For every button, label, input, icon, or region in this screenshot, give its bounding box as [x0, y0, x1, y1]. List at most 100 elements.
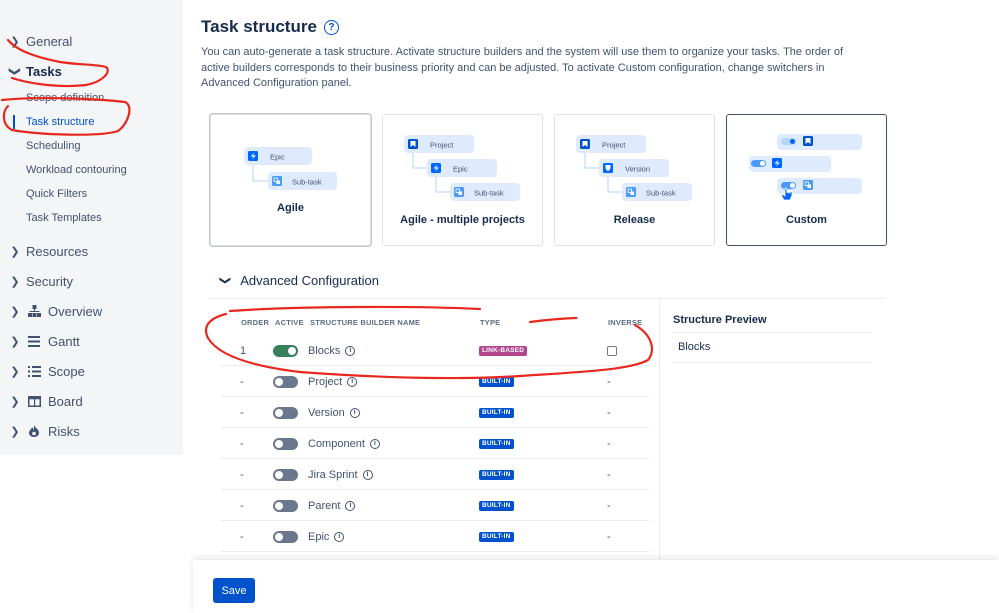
divider	[210, 298, 885, 299]
row-order: -	[240, 375, 244, 388]
sidebar-item-board[interactable]: ❯ Board	[0, 386, 183, 416]
chevron-right-icon: ❯	[10, 425, 20, 438]
row-inverse: -	[607, 521, 611, 552]
sidebar-item-risks[interactable]: ❯ Risks	[0, 416, 183, 446]
card-custom[interactable]: Custom	[726, 114, 887, 246]
sidebar-item-overview[interactable]: ❯ Overview	[0, 296, 183, 326]
sidebar-item-resources[interactable]: ❯ Resources	[0, 236, 183, 266]
active-toggle[interactable]	[273, 530, 298, 543]
row-active	[273, 366, 298, 397]
active-toggle[interactable]	[273, 437, 298, 450]
info-icon[interactable]: i	[369, 438, 380, 449]
info-icon[interactable]: i	[362, 469, 373, 480]
sidebar-item-label: Resources	[26, 243, 89, 259]
row-type: BUILT-IN	[479, 490, 514, 521]
node-label: Sub-task	[646, 189, 676, 198]
agile-multi-illustration: Project Epic Sub-task	[404, 135, 520, 201]
card-label: Release	[613, 214, 656, 226]
card-label: Agile	[277, 202, 304, 214]
page: ❯ General ❯ Tasks Scope definition Task …	[0, 0, 999, 613]
card-release[interactable]: Project Version Sub-task Release	[554, 114, 715, 246]
type-badge: BUILT-IN	[479, 438, 514, 449]
node-label: Version	[625, 165, 650, 174]
col-order: ORDER	[241, 318, 270, 327]
row-name: Component i	[308, 428, 380, 459]
active-toggle[interactable]	[273, 375, 298, 388]
row-inverse: -	[607, 397, 611, 428]
card-agile[interactable]: Epic Sub-task Agile	[210, 114, 371, 246]
list-indent-icon	[26, 335, 42, 347]
col-active: ACTIVE	[275, 318, 304, 327]
sidebar-item-label: Risks	[48, 423, 80, 439]
row-order: -	[240, 406, 244, 419]
builder-name: Blocks	[308, 344, 341, 357]
sidebar-item-security[interactable]: ❯ Security	[0, 266, 183, 296]
chevron-right-icon: ❯	[10, 305, 20, 318]
type-badge: BUILT-IN	[479, 376, 514, 387]
chevron-right-icon: ❯	[10, 35, 20, 48]
sidebar-subitem-workload-contouring[interactable]: Workload contouring	[0, 158, 183, 182]
row-inverse: -	[607, 366, 611, 397]
sidebar-item-scope[interactable]: ❯ Scope	[0, 356, 183, 386]
info-icon[interactable]: i	[349, 407, 360, 418]
col-inverse: INVERSE	[608, 318, 643, 327]
info-icon[interactable]: i	[345, 500, 356, 511]
subitem-label: Workload contouring	[26, 164, 127, 176]
sidebar-item-label: Overview	[48, 303, 103, 319]
active-toggle[interactable]	[273, 406, 298, 419]
row-inverse: -	[607, 490, 611, 521]
row-type: BUILT-IN	[479, 366, 514, 397]
info-icon[interactable]: i	[334, 531, 345, 542]
inverse-value: -	[607, 375, 611, 388]
row-name: Version i	[308, 397, 360, 428]
subitem-label: Task structure	[26, 116, 95, 128]
node-label: Epic	[453, 165, 468, 174]
info-icon[interactable]: i	[347, 376, 358, 387]
active-toggle[interactable]	[273, 499, 298, 512]
sidebar-subitem-task-structure[interactable]: Task structure	[0, 110, 183, 134]
type-badge: BUILT-IN	[479, 531, 514, 542]
sidebar-subitem-quick-filters[interactable]: Quick Filters	[0, 182, 183, 206]
node-label: Epic	[270, 153, 285, 162]
card-agile-multiple-projects[interactable]: Project Epic Sub-task Agile - multiple p…	[382, 114, 543, 246]
sidebar-item-gantt[interactable]: ❯ Gantt	[0, 326, 183, 356]
advanced-configuration-toggle[interactable]: ❯ Advanced Configuration	[219, 273, 379, 288]
page-title: Task structure	[201, 17, 317, 36]
table-row: - Epic i BUILT-IN -	[221, 521, 649, 552]
sidebar-subitem-task-templates[interactable]: Task Templates	[0, 206, 183, 230]
sidebar-item-general[interactable]: ❯ General	[0, 26, 183, 56]
chevron-right-icon: ❯	[10, 335, 20, 348]
row-active	[273, 521, 298, 552]
builder-name: Version	[308, 406, 345, 419]
node-label: Project	[430, 141, 454, 150]
row-active	[273, 428, 298, 459]
save-button[interactable]: Save	[213, 578, 255, 603]
inverse-value: -	[607, 437, 611, 450]
help-icon[interactable]: ?	[323, 19, 339, 35]
chevron-down-icon: ❯	[219, 275, 232, 286]
chevron-down-icon: ❯	[8, 66, 21, 76]
subitem-label: Scheduling	[26, 140, 81, 152]
table-row: - Component i BUILT-IN -	[221, 428, 649, 459]
active-toggle[interactable]	[273, 468, 298, 481]
sidebar-item-label: Gantt	[48, 333, 80, 349]
sidebar-item-label: Scope	[48, 363, 85, 379]
divider	[673, 332, 871, 333]
preview-item: Blocks	[678, 341, 711, 353]
info-icon[interactable]: i	[345, 345, 356, 356]
sidebar-subitem-scheduling[interactable]: Scheduling	[0, 134, 183, 158]
table-row: - Version i BUILT-IN -	[221, 397, 649, 428]
bullet-list-icon	[26, 365, 42, 377]
active-toggle[interactable]	[273, 344, 298, 357]
sidebar-subitem-scope-definition[interactable]: Scope definition	[0, 86, 183, 110]
inverse-value: -	[607, 499, 611, 512]
subitem-label: Quick Filters	[26, 188, 88, 200]
type-badge: BUILT-IN	[479, 469, 514, 480]
row-order: -	[240, 468, 244, 481]
subitem-label: Task Templates	[26, 212, 102, 224]
inverse-checkbox[interactable]	[607, 345, 617, 356]
row-order: 1	[240, 344, 247, 357]
sidebar-item-tasks[interactable]: ❯ Tasks	[0, 56, 183, 86]
row-name: Project i	[308, 366, 358, 397]
divider	[673, 362, 871, 363]
